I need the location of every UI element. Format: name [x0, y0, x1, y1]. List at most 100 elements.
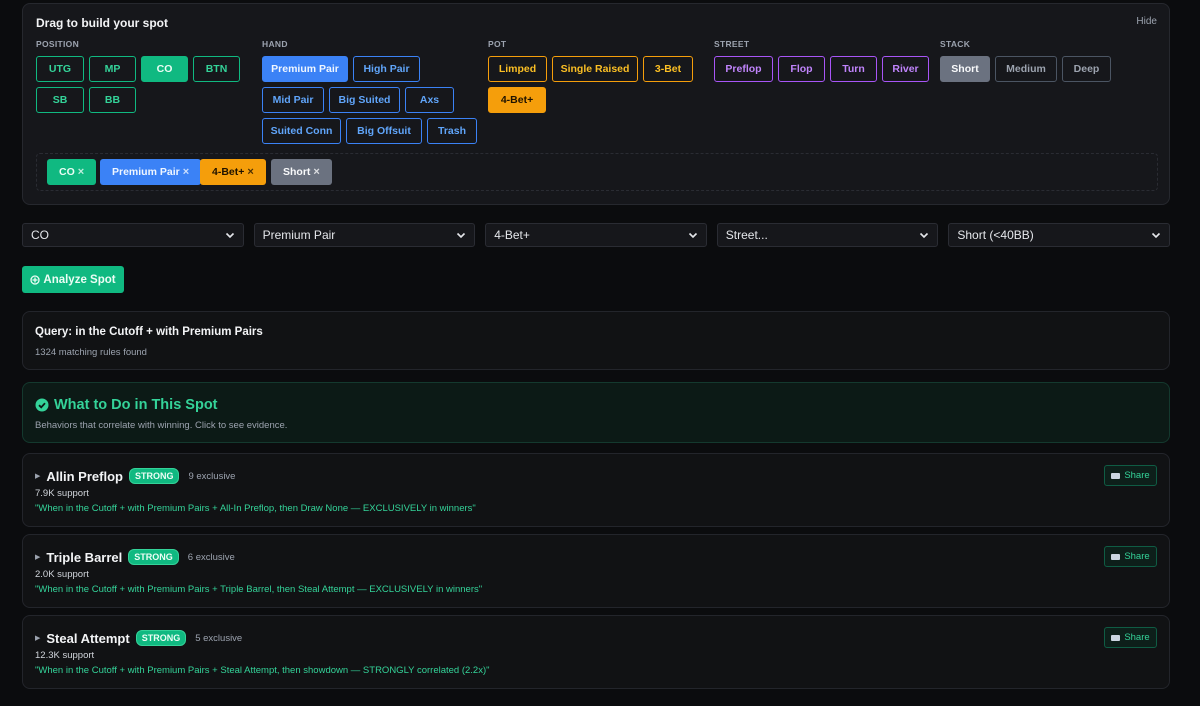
share-icon: [1111, 634, 1121, 641]
hand-select-value: Premium Pair: [262, 228, 336, 242]
behavior-title: Steal Attempt: [46, 630, 130, 646]
behavior-title: Allin Preflop: [46, 468, 123, 484]
stack-select-value: Short (<40BB): [957, 228, 1034, 242]
chip-4-bet-plus[interactable]: 4-Bet+: [488, 87, 546, 113]
chevron-down-icon: [1151, 232, 1161, 239]
pot-label: POT: [488, 39, 507, 49]
share-icon: [1111, 553, 1121, 560]
evidence-quote: "When in the Cutoff + with Premium Pairs…: [35, 584, 483, 595]
query-title: Query: in the Cutoff + with Premium Pair…: [35, 326, 263, 338]
what-to-do-title-text: What to Do in This Spot: [54, 397, 218, 413]
what-to-do-panel: What to Do in This Spot Behaviors that c…: [22, 382, 1170, 443]
evidence-quote: "When in the Cutoff + with Premium Pairs…: [35, 665, 490, 676]
hand-label: HAND: [262, 39, 288, 49]
position-select[interactable]: CO: [22, 223, 244, 247]
remove-icon[interactable]: ×: [183, 166, 189, 178]
chip-btn[interactable]: BTN: [193, 56, 240, 82]
support-count: 7.9K support: [35, 488, 89, 499]
evidence-quote: "When in the Cutoff + with Premium Pairs…: [35, 503, 476, 514]
share-button[interactable]: Share: [1104, 546, 1157, 567]
selected-chip-short[interactable]: Short ×: [271, 159, 332, 185]
selected-chip-4-bet-plus[interactable]: 4-Bet+ ×: [200, 159, 266, 185]
share-label: Share: [1124, 470, 1150, 481]
chip-high-pair[interactable]: High Pair: [353, 56, 420, 82]
chip-preflop[interactable]: Preflop: [714, 56, 773, 82]
selected-chip-co[interactable]: CO ×: [47, 159, 97, 185]
behavior-card[interactable]: ▶ Triple Barrel STRONG 6 exclusive 2.0K …: [22, 534, 1170, 608]
chip-3-bet[interactable]: 3-Bet: [643, 56, 693, 82]
chip-big-offsuit[interactable]: Big Offsuit: [346, 118, 422, 144]
stack-select[interactable]: Short (<40BB): [948, 223, 1170, 247]
chevron-down-icon: [920, 232, 929, 239]
chip-short[interactable]: Short: [940, 56, 990, 82]
exclusive-count: 5 exclusive: [195, 632, 243, 644]
selected-chip-premium-pair[interactable]: Premium Pair ×: [100, 159, 202, 185]
exclusive-count: 9 exclusive: [188, 470, 236, 482]
strength-badge: STRONG: [135, 630, 187, 646]
chip-axs[interactable]: Axs: [405, 87, 454, 113]
support-count: 2.0K support: [35, 569, 89, 580]
strength-badge: STRONG: [128, 549, 179, 565]
chip-flop[interactable]: Flop: [778, 56, 825, 82]
share-button[interactable]: Share: [1104, 627, 1157, 648]
support-count: 12.3K support: [35, 650, 95, 661]
hide-button[interactable]: Hide: [1136, 16, 1157, 27]
chevron-down-icon: [225, 232, 234, 239]
selected-chip-label: 4-Bet+: [212, 166, 245, 178]
chip-single-raised[interactable]: Single Raised: [552, 56, 638, 82]
chip-premium-pair[interactable]: Premium Pair: [262, 56, 348, 82]
hand-select[interactable]: Premium Pair: [253, 223, 476, 247]
query-count: 1324 matching rules found: [35, 347, 147, 358]
street-select[interactable]: Street...: [716, 223, 939, 247]
position-select-value: CO: [31, 228, 49, 242]
chip-trash[interactable]: Trash: [427, 118, 477, 144]
chevron-down-icon: [688, 232, 697, 239]
chip-river[interactable]: River: [882, 56, 929, 82]
chip-big-suited[interactable]: Big Suited: [329, 87, 400, 113]
target-icon: [30, 274, 41, 285]
caret-right-icon[interactable]: ▶: [35, 553, 40, 561]
filter-selects: CO Premium Pair 4-Bet+ Street... Short (…: [22, 223, 1170, 247]
remove-icon[interactable]: ×: [247, 166, 253, 178]
query-panel: Query: in the Cutoff + with Premium Pair…: [22, 311, 1170, 370]
behavior-card[interactable]: ▶ Allin Preflop STRONG 9 exclusive 7.9K …: [22, 453, 1170, 527]
chip-limped[interactable]: Limped: [488, 56, 547, 82]
street-select-value: Street...: [725, 228, 768, 242]
street-group: STREET Preflop Flop Turn River: [714, 39, 929, 82]
behavior-card[interactable]: ▶ Steal Attempt STRONG 5 exclusive 12.3K…: [22, 615, 1170, 689]
builder-title: Drag to build your spot: [36, 16, 168, 30]
selected-chip-label: Short: [283, 166, 311, 178]
chip-deep[interactable]: Deep: [1062, 56, 1111, 82]
chip-turn[interactable]: Turn: [830, 56, 877, 82]
share-icon: [1111, 472, 1121, 479]
spot-builder-panel: Drag to build your spot Hide POSITION UT…: [22, 3, 1170, 205]
check-circle-icon: [35, 398, 49, 412]
caret-right-icon[interactable]: ▶: [35, 634, 40, 642]
position-label: POSITION: [36, 39, 80, 49]
exclusive-count: 6 exclusive: [187, 551, 235, 563]
chip-sb[interactable]: SB: [36, 87, 84, 113]
remove-icon[interactable]: ×: [78, 166, 84, 178]
stack-label: STACK: [940, 39, 971, 49]
stack-group: STACK Short Medium Deep: [940, 39, 1111, 82]
selected-chip-label: CO: [59, 166, 75, 178]
chip-bb[interactable]: BB: [89, 87, 136, 113]
caret-right-icon[interactable]: ▶: [35, 472, 40, 480]
remove-icon[interactable]: ×: [313, 166, 319, 178]
chip-suited-conn[interactable]: Suited Conn: [262, 118, 341, 144]
pot-select[interactable]: 4-Bet+: [485, 223, 707, 247]
chevron-down-icon: [457, 232, 466, 239]
strength-badge: STRONG: [128, 468, 180, 484]
street-label: STREET: [714, 39, 750, 49]
share-button[interactable]: Share: [1104, 465, 1157, 486]
chip-co[interactable]: CO: [141, 56, 188, 82]
selected-chip-label: Premium Pair: [112, 166, 180, 178]
chip-utg[interactable]: UTG: [36, 56, 84, 82]
what-to-do-title: What to Do in This Spot: [35, 397, 218, 413]
hand-group: HAND Premium Pair High Pair Mid Pair Big…: [262, 39, 477, 144]
chip-mp[interactable]: MP: [89, 56, 136, 82]
share-label: Share: [1124, 551, 1150, 562]
chip-mid-pair[interactable]: Mid Pair: [262, 87, 324, 113]
chip-medium[interactable]: Medium: [995, 56, 1057, 82]
analyze-spot-button[interactable]: Analyze Spot: [22, 266, 124, 293]
